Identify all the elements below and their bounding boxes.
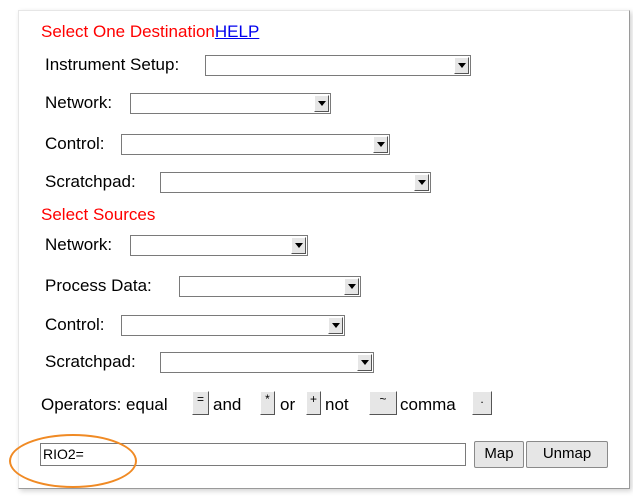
chevron-down-icon[interactable] — [357, 354, 372, 371]
comma-operator-button[interactable]: . — [472, 391, 492, 415]
destination-scratchpad-label: Scratchpad: — [45, 172, 136, 191]
sources-process-data-label: Process Data: — [45, 276, 152, 295]
operators-label: Operators: equal — [41, 395, 168, 414]
sources-heading: Select Sources — [41, 205, 156, 224]
chevron-down-icon[interactable] — [454, 57, 469, 74]
destination-heading: Select One Destination — [41, 22, 215, 41]
chevron-down-icon[interactable] — [373, 136, 388, 153]
destination-instrument-setup-select[interactable] — [205, 55, 471, 76]
sources-scratchpad-select[interactable] — [160, 352, 374, 373]
destination-network-label: Network: — [45, 93, 113, 112]
destination-network-select[interactable] — [130, 93, 331, 114]
equal-operator-button[interactable]: = — [192, 391, 209, 415]
unmap-button[interactable]: Unmap — [526, 441, 608, 468]
chevron-down-icon[interactable] — [314, 95, 329, 112]
sources-scratchpad-label: Scratchpad: — [45, 352, 136, 371]
sources-network-label: Network: — [45, 235, 113, 254]
and-operator-button[interactable]: * — [260, 391, 275, 415]
sources-control-label: Control: — [45, 315, 105, 334]
comma-label: comma — [400, 395, 456, 414]
or-label: or — [280, 395, 296, 414]
destination-scratchpad-select[interactable] — [160, 172, 431, 193]
or-operator-button[interactable]: + — [306, 391, 321, 415]
sources-network-select[interactable] — [130, 235, 308, 256]
map-button[interactable]: Map — [474, 441, 524, 468]
destination-control-label: Control: — [45, 134, 105, 153]
chevron-down-icon[interactable] — [291, 237, 306, 254]
destination-instrument-setup-label: Instrument Setup: — [45, 55, 180, 74]
chevron-down-icon[interactable] — [414, 174, 429, 191]
chevron-down-icon[interactable] — [344, 278, 359, 295]
mapping-expression-input[interactable]: RIO2= — [40, 443, 466, 466]
sources-control-select[interactable] — [121, 315, 345, 336]
chevron-down-icon[interactable] — [328, 317, 343, 334]
not-label: not — [325, 395, 349, 414]
destination-heading-row: Select One DestinationHELP — [41, 22, 259, 42]
sources-process-data-select[interactable] — [179, 276, 361, 297]
help-link[interactable]: HELP — [215, 22, 259, 41]
not-operator-button[interactable]: ~ — [369, 391, 397, 415]
destination-control-select[interactable] — [121, 134, 390, 155]
and-label: and — [213, 395, 242, 414]
